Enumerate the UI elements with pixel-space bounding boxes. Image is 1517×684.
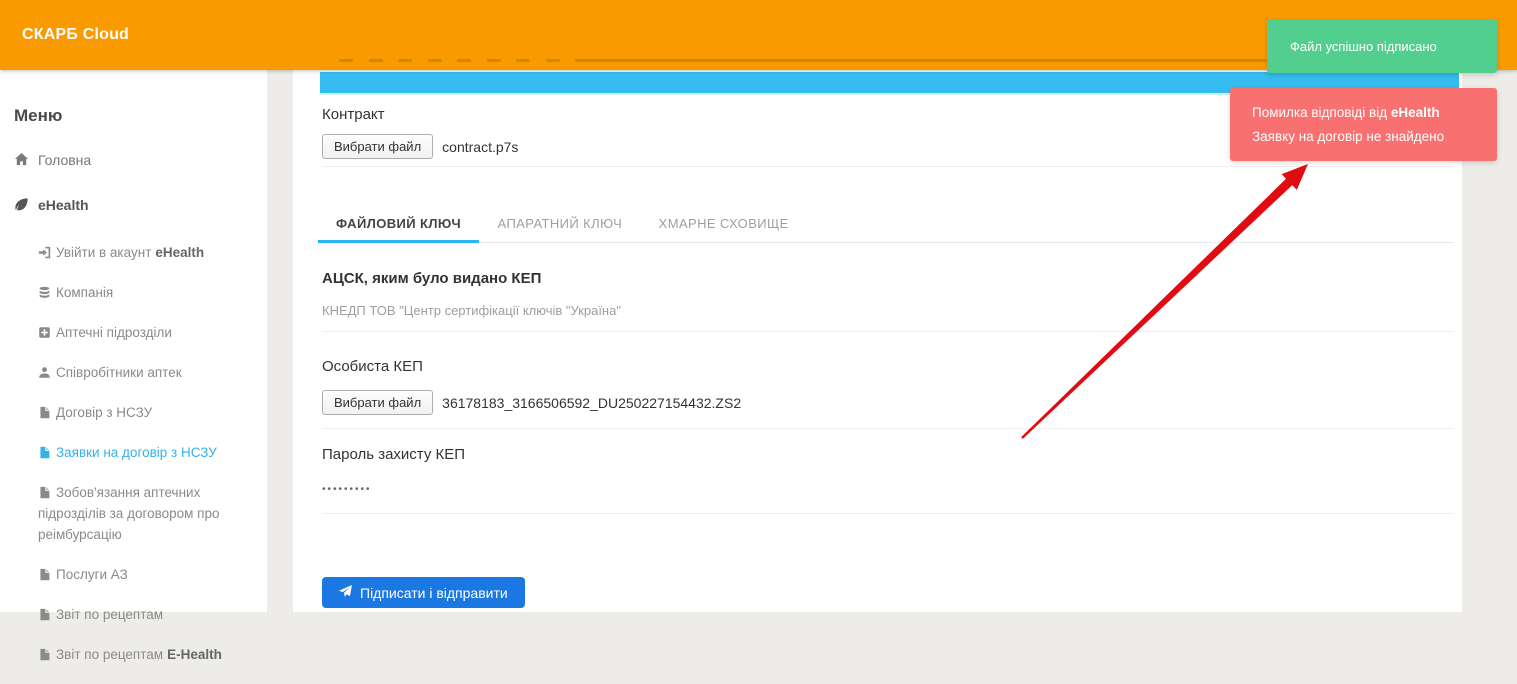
file-icon bbox=[38, 445, 51, 460]
divider bbox=[322, 166, 1454, 167]
contract-filename: contract.p7s bbox=[442, 139, 518, 155]
sidebar-item-prescription-report[interactable]: Звіт по рецептам bbox=[14, 604, 257, 625]
sign-in-icon bbox=[38, 245, 51, 260]
divider bbox=[322, 428, 1454, 429]
toast-success-message: Файл успішно підписано bbox=[1290, 39, 1437, 54]
sidebar-item-login-ehealth[interactable]: Увійти в акаунтeHealth bbox=[14, 242, 257, 263]
file-icon bbox=[38, 607, 51, 622]
file-icon bbox=[38, 647, 51, 662]
divider bbox=[322, 513, 1454, 514]
contract-choose-file-button[interactable]: Вибрати файл bbox=[322, 134, 433, 159]
sidebar-item-home[interactable]: Головна bbox=[14, 152, 257, 169]
sidebar-item-nszu-contract[interactable]: Договір з НСЗУ bbox=[14, 402, 257, 423]
paper-plane-icon bbox=[339, 585, 352, 601]
file-icon bbox=[38, 485, 51, 500]
file-icon bbox=[38, 567, 51, 582]
key-type-tabs: ФАЙЛОВИЙ КЛЮЧ АПАРАТНИЙ КЛЮЧ ХМАРНЕ СХОВ… bbox=[322, 210, 1454, 243]
password-label: Пароль захисту КЕП bbox=[322, 446, 1454, 463]
sidebar-item-company[interactable]: Компанія bbox=[14, 282, 257, 303]
tab-cloud-storage[interactable]: ХМАРНЕ СХОВИЩЕ bbox=[641, 210, 807, 243]
sidebar-menu-title: Меню bbox=[14, 106, 62, 126]
sidebar-item-reimbursement-obligations[interactable]: Зобов'язання аптечних підрозділів за дог… bbox=[14, 482, 257, 545]
toast-success[interactable]: Файл успішно підписано bbox=[1267, 19, 1497, 73]
file-icon bbox=[38, 405, 51, 420]
sidebar-item-az-services[interactable]: Послуги АЗ bbox=[14, 564, 257, 585]
app-title: СКАРБ Cloud bbox=[22, 26, 129, 44]
plus-square-icon bbox=[38, 325, 51, 340]
sidebar-item-pharmacy-staff[interactable]: Співробітники аптек bbox=[14, 362, 257, 383]
personal-kep-label: Особиста КЕП bbox=[322, 358, 1454, 375]
personal-kep-file-row: Вибрати файл 36178183_3166506592_DU25022… bbox=[322, 390, 1454, 415]
toast-error-line2: Заявку на договір не знайдено bbox=[1252, 125, 1497, 149]
leaf-icon bbox=[14, 197, 29, 213]
sidebar-item-pharmacy-units[interactable]: Аптечні підрозділи bbox=[14, 322, 257, 343]
sidebar-item-nszu-contract-requests[interactable]: Заявки на договір з НСЗУ bbox=[14, 442, 257, 463]
password-masked-input[interactable]: ••••••••• bbox=[322, 484, 1454, 495]
toast-error[interactable]: Помилка відповіді від eHealth Заявку на … bbox=[1230, 88, 1497, 161]
sidebar-item-ehealth[interactable]: eHealth bbox=[14, 197, 257, 214]
sidebar-item-prescription-report-ehealth[interactable]: Звіт по рецептамE-Health bbox=[14, 644, 257, 665]
acsk-value: КНЕДП ТОВ "Центр сертифікації ключів "Ук… bbox=[322, 303, 1454, 318]
user-icon bbox=[38, 365, 51, 380]
sidebar-nav: Головна eHealth Увійти в акаунтeHealth К… bbox=[0, 152, 267, 684]
personal-kep-choose-file-button[interactable]: Вибрати файл bbox=[322, 390, 433, 415]
acsk-heading: АЦСК, яким було видано КЕП bbox=[322, 270, 1454, 287]
tab-hardware-key[interactable]: АПАРАТНИЙ КЛЮЧ bbox=[480, 210, 641, 243]
tab-file-key[interactable]: ФАЙЛОВИЙ КЛЮЧ bbox=[318, 210, 479, 243]
sign-and-send-button[interactable]: Підписати і відправити bbox=[322, 577, 525, 608]
database-icon bbox=[38, 285, 51, 300]
personal-kep-filename: 36178183_3166506592_DU250227154432.ZS2 bbox=[442, 395, 741, 411]
home-icon bbox=[14, 152, 29, 168]
toast-error-line1: Помилка відповіді від eHealth bbox=[1252, 101, 1497, 125]
divider bbox=[322, 331, 1454, 332]
sidebar: Меню Головна eHealth Увійти в акаунтeHea… bbox=[0, 70, 267, 612]
